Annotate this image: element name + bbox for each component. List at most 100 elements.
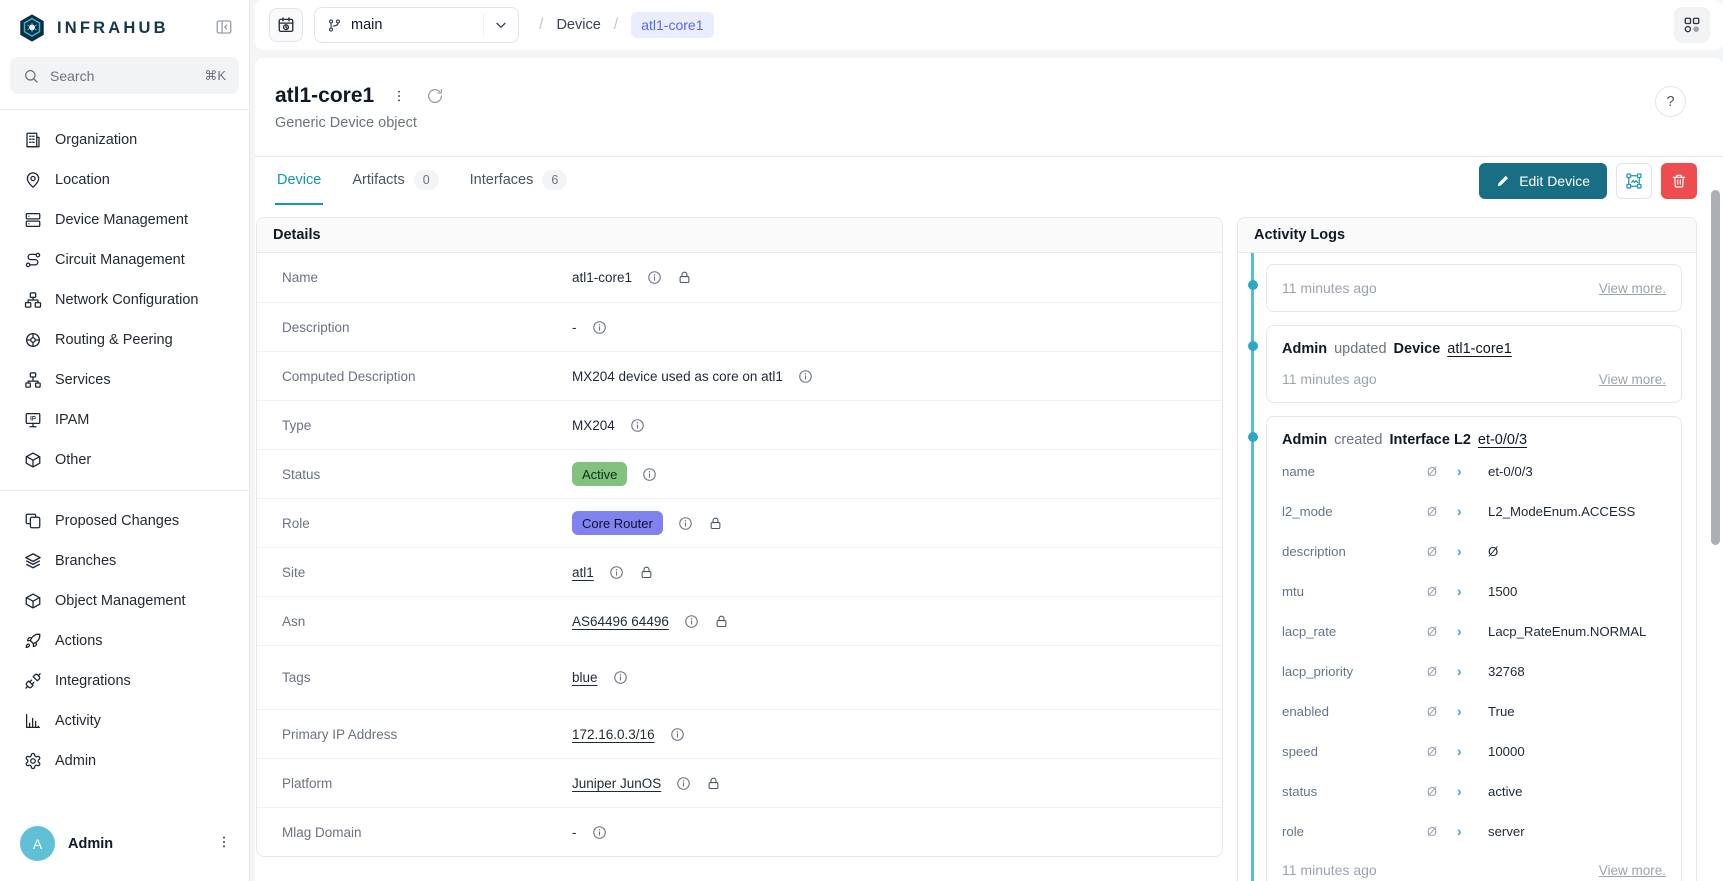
- detail-label: Role: [282, 516, 572, 531]
- sidebar-item-label: Branches: [55, 553, 116, 569]
- detail-row-primary-ip-address: Primary IP Address172.16.0.3/16: [257, 709, 1222, 758]
- breadcrumb-item-current[interactable]: atl1-core1: [631, 12, 713, 38]
- lock-icon: [639, 565, 654, 580]
- refresh-button[interactable]: [424, 85, 446, 107]
- activity-object-link[interactable]: atl1-core1: [1447, 341, 1511, 357]
- branch-selector[interactable]: main: [314, 7, 519, 43]
- info-icon[interactable]: [609, 565, 624, 580]
- sidebar-item-device-management[interactable]: Device Management: [0, 200, 249, 240]
- manage-groups-button[interactable]: [1616, 163, 1652, 199]
- info-icon[interactable]: [670, 727, 685, 742]
- property-value: 10000: [1488, 744, 1666, 759]
- tab-device[interactable]: Device: [275, 157, 323, 205]
- sidebar-item-circuit-management[interactable]: Circuit Management: [0, 240, 249, 280]
- sidebar-item-admin[interactable]: Admin: [0, 741, 249, 781]
- sidebar-item-label: Admin: [55, 753, 96, 769]
- time-travel-button[interactable]: [269, 8, 303, 42]
- detail-row-asn: AsnAS64496 64496: [257, 596, 1222, 645]
- detail-label: Tags: [282, 670, 572, 685]
- vertical-scrollbar: [1710, 58, 1720, 881]
- delete-button[interactable]: [1661, 163, 1697, 199]
- route-icon: [24, 251, 42, 269]
- detail-value-link[interactable]: Juniper JunOS: [572, 776, 661, 791]
- null-value-icon: Ø: [1427, 704, 1457, 719]
- info-icon[interactable]: [642, 467, 657, 482]
- activity-object-link[interactable]: et-0/0/3: [1478, 432, 1527, 448]
- info-icon[interactable]: [798, 369, 813, 384]
- help-button[interactable]: ?: [1655, 86, 1686, 117]
- detail-value-link[interactable]: blue: [572, 670, 598, 685]
- sidebar-item-proposed-changes[interactable]: Proposed Changes: [0, 501, 249, 541]
- chevron-right-icon: ›: [1457, 823, 1488, 839]
- detail-label: Description: [282, 320, 572, 335]
- detail-value-link[interactable]: 172.16.0.3/16: [572, 727, 655, 742]
- activity-action: updated: [1334, 341, 1386, 357]
- sidebar-item-network-configuration[interactable]: Network Configuration: [0, 280, 249, 320]
- tabbar: Device Artifacts 0 Interfaces6 Edit Device: [255, 157, 1723, 205]
- activity-entry: 11 minutes ago View more.: [1266, 264, 1682, 312]
- sidebar-collapse-button[interactable]: [213, 16, 235, 41]
- detail-value-link[interactable]: AS64496 64496: [572, 614, 669, 629]
- detail-value: atl1-core1: [572, 270, 632, 285]
- null-value-icon: Ø: [1427, 744, 1457, 759]
- scrollbar-thumb[interactable]: [1711, 190, 1720, 545]
- infrahub-logo: [17, 13, 47, 43]
- sidebar-item-location[interactable]: Location: [0, 160, 249, 200]
- info-icon[interactable]: [630, 418, 645, 433]
- info-icon[interactable]: [647, 270, 662, 285]
- breadcrumb-separator: /: [539, 16, 543, 34]
- sidebar-item-branches[interactable]: Branches: [0, 541, 249, 581]
- rocket-icon: [24, 632, 42, 650]
- breadcrumb-item-device[interactable]: Device: [556, 17, 600, 33]
- sidebar-item-label: Location: [55, 172, 110, 188]
- activity-property-row: mtuØ›1500: [1282, 571, 1666, 611]
- status-badge: Active: [572, 462, 627, 486]
- sidebar-item-routing-peering[interactable]: Routing & Peering: [0, 320, 249, 360]
- info-icon[interactable]: [684, 614, 699, 629]
- sidebar-item-organization[interactable]: Organization: [0, 120, 249, 160]
- chevron-right-icon: ›: [1457, 623, 1488, 639]
- sidebar-item-object-management[interactable]: Object Management: [0, 581, 249, 621]
- brand-name: INFRAHUB: [57, 19, 203, 38]
- view-more-link[interactable]: View more.: [1599, 863, 1666, 878]
- detail-value-link[interactable]: atl1: [572, 565, 594, 580]
- property-name: mtu: [1282, 584, 1427, 599]
- sidebar-item-integrations[interactable]: Integrations: [0, 661, 249, 701]
- activity-timestamp: 11 minutes ago: [1282, 280, 1377, 296]
- info-icon[interactable]: [676, 776, 691, 791]
- user-menu-button[interactable]: [213, 831, 235, 856]
- tab-count-badge: 0: [414, 170, 439, 190]
- object-menu-button[interactable]: [389, 86, 409, 106]
- tab-artifacts[interactable]: Artifacts 0: [350, 157, 440, 205]
- sidebar-item-label: Other: [55, 452, 91, 468]
- activity-entry: AdmincreatedInterface L2et-0/0/3nameØ›et…: [1266, 416, 1682, 881]
- tab-label: Artifacts: [352, 172, 404, 188]
- property-value: server: [1488, 824, 1666, 839]
- branch-name: main: [351, 17, 382, 33]
- info-icon[interactable]: [613, 670, 628, 685]
- sidebar-item-ipam[interactable]: IPIPAM: [0, 400, 249, 440]
- brand-row: INFRAHUB: [0, 0, 249, 53]
- property-value: et-0/0/3: [1488, 464, 1666, 479]
- property-value: Lacp_RateEnum.NORMAL: [1488, 624, 1666, 639]
- lock-icon: [706, 776, 721, 791]
- sidebar-item-activity[interactable]: Activity: [0, 701, 249, 741]
- tab-interfaces[interactable]: Interfaces6: [468, 157, 570, 205]
- view-more-link[interactable]: View more.: [1599, 281, 1666, 296]
- detail-row-site: Siteatl1: [257, 547, 1222, 596]
- schema-visualizer-button[interactable]: [1674, 7, 1710, 43]
- view-more-link[interactable]: View more.: [1599, 372, 1666, 387]
- detail-label: Status: [282, 467, 572, 482]
- property-name: role: [1282, 824, 1427, 839]
- info-icon[interactable]: [592, 825, 607, 840]
- edit-device-button[interactable]: Edit Device: [1479, 163, 1607, 199]
- info-icon[interactable]: [678, 516, 693, 531]
- sidebar-item-actions[interactable]: Actions: [0, 621, 249, 661]
- info-icon[interactable]: [592, 320, 607, 335]
- property-value: L2_ModeEnum.ACCESS: [1488, 504, 1666, 519]
- sidebar-item-services[interactable]: Services: [0, 360, 249, 400]
- detail-label: Primary IP Address: [282, 727, 572, 742]
- sidebar-item-other[interactable]: Other: [0, 440, 249, 480]
- sidebar-user: A Admin: [0, 810, 249, 881]
- search-input[interactable]: Search ⌘K: [10, 57, 239, 94]
